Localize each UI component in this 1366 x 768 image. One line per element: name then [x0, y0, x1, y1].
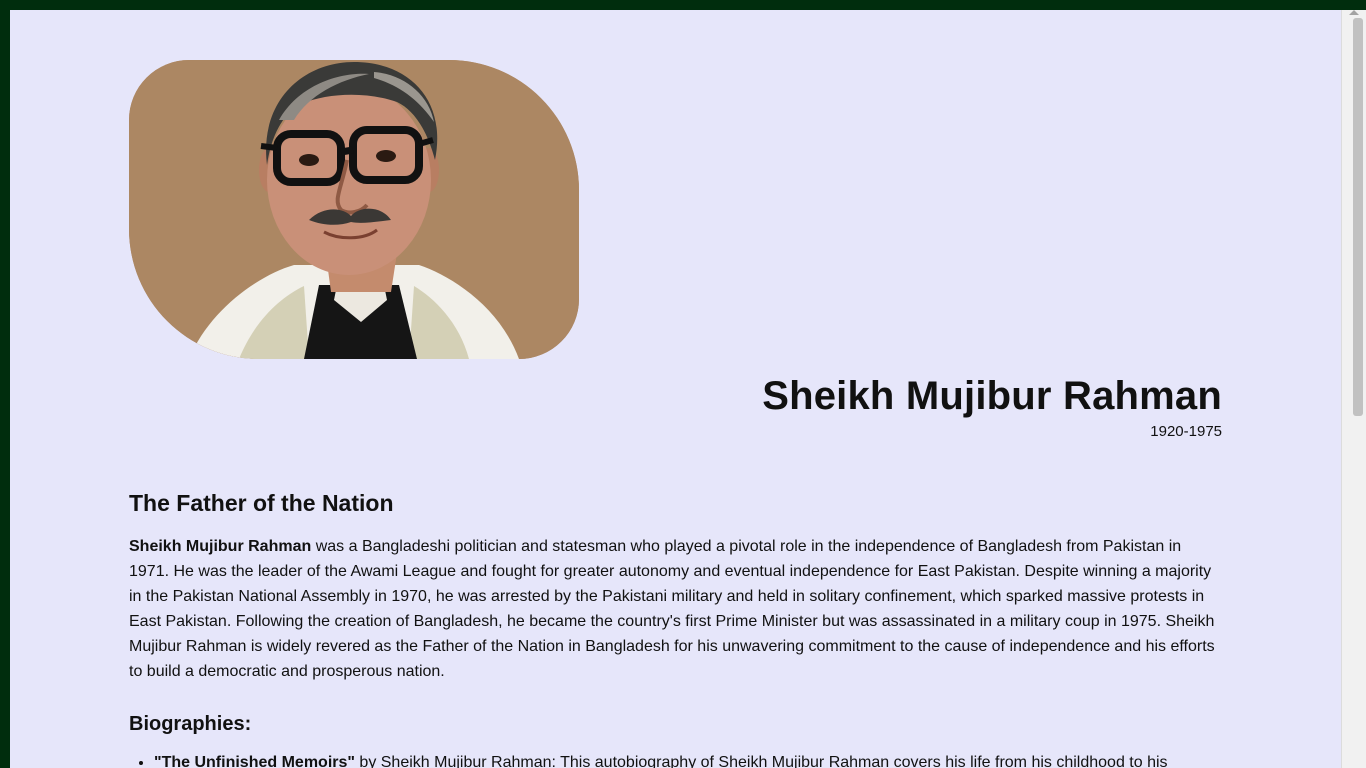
intro-bold-name: Sheikh Mujibur Rahman: [129, 538, 312, 555]
section-heading-father: The Father of the Nation: [129, 490, 394, 516]
scrollbar-thumb[interactable]: [1353, 18, 1363, 416]
portrait-illustration: [129, 60, 579, 359]
page-body: Sheikh Mujibur Rahman 1920-1975 The Fath…: [10, 10, 1341, 768]
biographies-list: "The Unfinished Memoirs" by Sheikh Mujib…: [129, 750, 1247, 768]
biography-text: by Sheikh Mujibur Rahman: This autobiogr…: [354, 754, 1168, 768]
scroll-up-arrow-icon[interactable]: [1349, 10, 1359, 15]
vertical-scrollbar[interactable]: [1341, 10, 1366, 768]
lifespan-years: 1920-1975: [1150, 423, 1222, 440]
person-name-heading: Sheikh Mujibur Rahman: [762, 374, 1222, 418]
biographies-heading: Biographies:: [129, 713, 252, 735]
biography-title: "The Unfinished Memoirs": [154, 754, 355, 768]
biography-item: "The Unfinished Memoirs" by Sheikh Mujib…: [154, 750, 1247, 768]
intro-paragraph: Sheikh Mujibur Rahman was a Bangladeshi …: [129, 534, 1222, 684]
portrait-image: [129, 60, 579, 359]
intro-text: was a Bangladeshi politician and statesm…: [129, 538, 1215, 680]
